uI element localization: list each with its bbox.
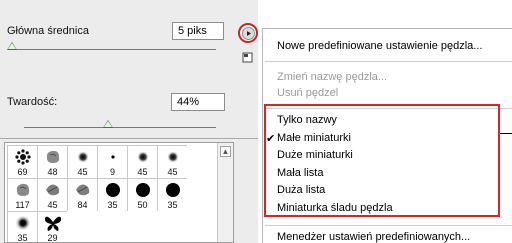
brush-preset[interactable]: 35 [157, 178, 187, 211]
panel-menu-button[interactable] [238, 23, 258, 43]
brush-size-label: 84 [77, 200, 88, 210]
menu-item-preset-manager[interactable]: Menedżer ustawień predefiniowanych... [277, 231, 470, 243]
menu-arrow-icon [241, 26, 255, 40]
brush-size-label: 50 [137, 200, 148, 210]
menu-item-view-option[interactable]: Miniaturka śladu pędzla [277, 202, 393, 214]
brush-preset[interactable]: 84 [67, 178, 97, 211]
brush-grid: 69 48 45 9 45 45 117 45 84 35 50 35 35 29 [7, 145, 187, 243]
brush-preset[interactable]: 45 [37, 178, 67, 211]
brush-preset[interactable]: 9 [97, 145, 127, 178]
brush-size-label: 117 [15, 200, 30, 210]
brush-preset[interactable]: 50 [127, 178, 157, 211]
brush-preset[interactable]: 117 [7, 178, 37, 211]
diameter-slider-thumb[interactable] [7, 42, 18, 50]
leaf-icon [38, 181, 67, 199]
brush-list-scrollbar[interactable]: ▲ [217, 143, 233, 242]
brush-preset[interactable]: 48 [37, 145, 67, 178]
soft-dot-icon [68, 148, 97, 166]
new-preset-icon[interactable] [242, 52, 253, 63]
small-dot-icon [98, 148, 127, 166]
brush-size-label: 35 [167, 200, 178, 210]
hard-dot-icon [158, 181, 187, 199]
panel-divider [0, 138, 258, 139]
brush-preset[interactable]: 45 [127, 145, 157, 178]
brush-preset[interactable]: 69 [7, 145, 37, 178]
menu-separator [265, 108, 512, 109]
menu-item-view-option[interactable]: Duże miniaturki [277, 149, 353, 161]
butterfly-icon [38, 214, 67, 232]
brush-thumbnails-list: 69 48 45 9 45 45 117 45 84 35 50 35 35 29 ▲ [4, 142, 234, 243]
brush-size-label: 45 [137, 167, 148, 177]
diameter-field[interactable]: 5 piks [172, 22, 224, 40]
brush-size-label: 69 [17, 167, 28, 177]
menu-edge-marker [500, 133, 512, 134]
brush-size-label: 45 [47, 200, 58, 210]
brush-size-label: 29 [47, 233, 58, 243]
menu-separator [265, 61, 512, 62]
brush-size-label: 35 [17, 233, 28, 243]
hardness-slider-track [24, 127, 216, 128]
hardness-label: Twardość: [7, 96, 58, 108]
diameter-label: Główna średnica [7, 25, 89, 37]
scroll-up-icon[interactable]: ▲ [220, 146, 231, 157]
brush-preset[interactable]: 29 [37, 211, 67, 243]
menu-item-view-option[interactable]: Mała lista [277, 167, 323, 179]
rock-icon [8, 181, 37, 199]
menu-item-rename: Zmień nazwę pędzla... [277, 71, 388, 83]
brush-size-label: 45 [167, 167, 178, 177]
hardness-field[interactable]: 44% [171, 93, 225, 111]
panel-context-menu: Nowe predefiniowane ustawienie pędzla...… [262, 28, 512, 243]
soft-dot-icon [128, 148, 157, 166]
splat-icon [8, 148, 37, 166]
brush-size-label: 45 [77, 167, 88, 177]
soft-dot-icon [158, 148, 187, 166]
brush-preset[interactable]: 35 [7, 211, 37, 243]
menu-item-view-option[interactable]: Duża lista [277, 184, 325, 196]
menu-item-delete: Usuń pędzel [277, 87, 339, 99]
menu-item-view-option[interactable]: Tylko nazwy [277, 114, 337, 126]
diameter-slider-track [8, 49, 216, 50]
brush-size-label: 48 [47, 167, 58, 177]
menu-item-view-option[interactable]: Małe miniaturki [277, 132, 351, 144]
hard-dot-icon [98, 181, 127, 199]
hard-dot-icon [128, 181, 157, 199]
menu-separator [265, 225, 512, 226]
fuzzy-dot-icon [8, 214, 37, 232]
brush-preset[interactable]: 45 [157, 145, 187, 178]
rock-icon [38, 148, 67, 166]
hardness-slider-thumb[interactable] [103, 120, 114, 128]
brush-preset-panel: Główna średnica 5 piks Twardość: 44% 69 4… [0, 0, 258, 243]
leaf-icon [68, 181, 97, 199]
brush-size-label: 9 [109, 167, 115, 177]
brush-preset[interactable]: 35 [97, 178, 127, 211]
checkmark-icon: ✔ [266, 132, 276, 145]
brush-preset[interactable]: 45 [67, 145, 97, 178]
brush-size-label: 35 [107, 200, 118, 210]
menu-item-new-preset[interactable]: Nowe predefiniowane ustawienie pędzla... [277, 40, 482, 52]
